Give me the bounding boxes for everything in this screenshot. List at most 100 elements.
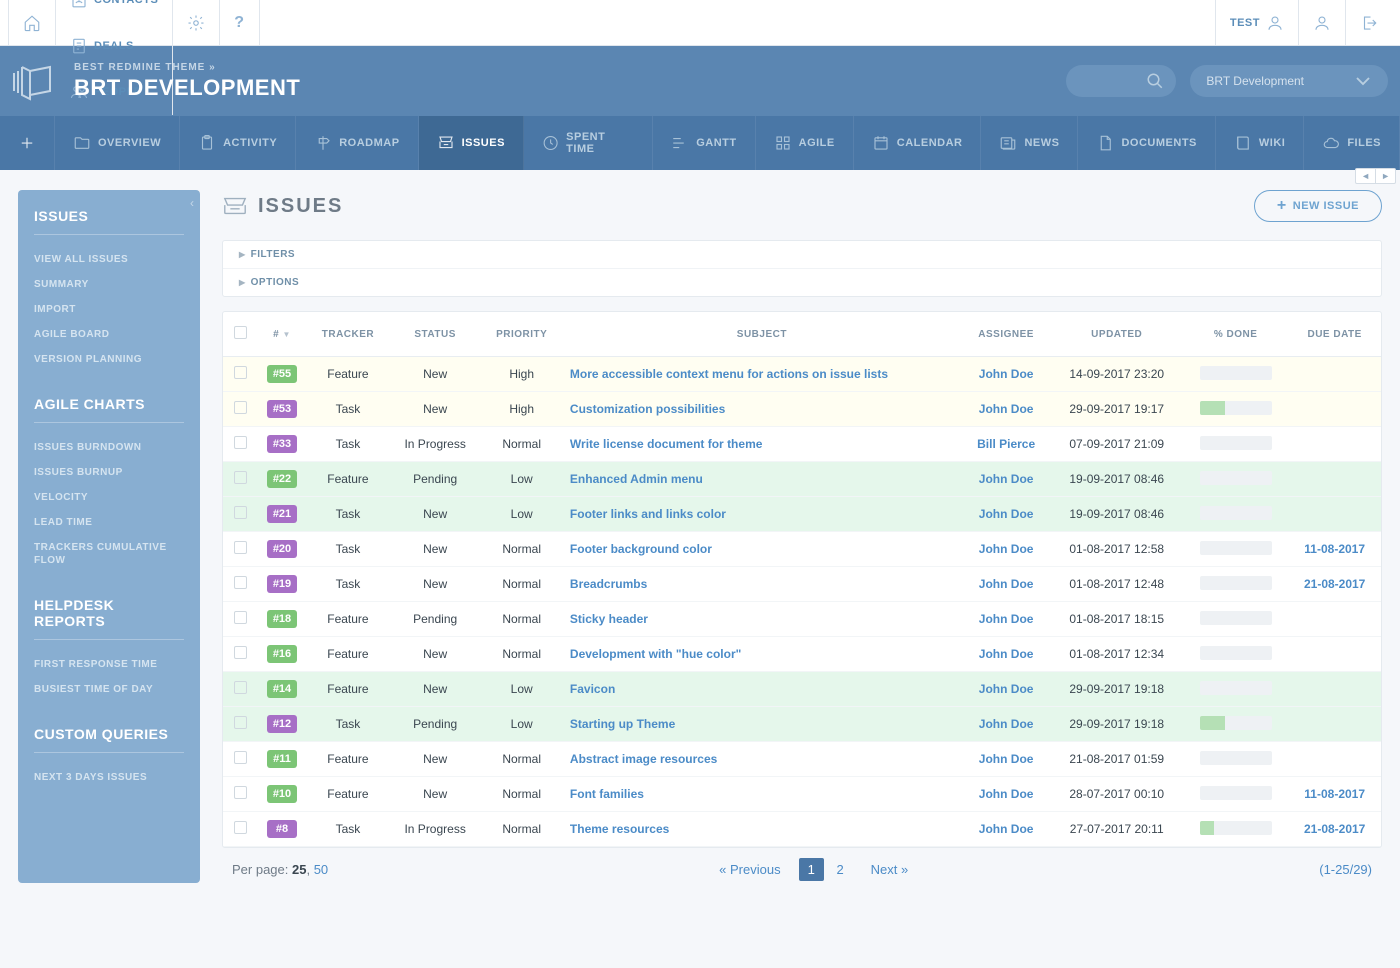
issue-subject-link[interactable]: Sticky header xyxy=(570,612,648,626)
tab-wiki[interactable]: WIKI xyxy=(1216,116,1304,170)
table-row[interactable]: #10FeatureNewNormalFont familiesJohn Doe… xyxy=(223,777,1381,812)
tab-spent-time[interactable]: SPENT TIME xyxy=(524,116,653,170)
tab-gantt[interactable]: GANTT xyxy=(653,116,755,170)
sidebar-link[interactable]: SUMMARY xyxy=(34,272,184,297)
table-row[interactable]: #53TaskNewHighCustomization possibilitie… xyxy=(223,392,1381,427)
tab-calendar[interactable]: CALENDAR xyxy=(854,116,982,170)
issue-id-badge[interactable]: #19 xyxy=(267,575,297,593)
assignee-link[interactable]: John Doe xyxy=(979,787,1034,801)
issue-id-badge[interactable]: #16 xyxy=(267,645,297,663)
row-checkbox[interactable] xyxy=(234,541,247,554)
row-checkbox[interactable] xyxy=(234,471,247,484)
account-button[interactable] xyxy=(1299,0,1346,46)
issue-id-badge[interactable]: #14 xyxy=(267,680,297,698)
row-checkbox[interactable] xyxy=(234,646,247,659)
tab-roadmap[interactable]: ROADMAP xyxy=(296,116,418,170)
table-row[interactable]: #18FeaturePendingNormalSticky headerJohn… xyxy=(223,602,1381,637)
options-toggle[interactable]: ▶OPTIONS xyxy=(223,268,1381,296)
sidebar-link[interactable]: VERSION PLANNING xyxy=(34,347,184,372)
row-checkbox[interactable] xyxy=(234,681,247,694)
settings-button[interactable] xyxy=(173,0,220,46)
assignee-link[interactable]: John Doe xyxy=(979,682,1034,696)
issue-id-badge[interactable]: #55 xyxy=(267,365,297,383)
tab-agile[interactable]: AGILE xyxy=(756,116,854,170)
issue-subject-link[interactable]: Theme resources xyxy=(570,822,669,836)
prev-page[interactable]: « Previous xyxy=(719,862,780,877)
new-tab-button[interactable] xyxy=(0,116,55,170)
row-checkbox[interactable] xyxy=(234,716,247,729)
row-checkbox[interactable] xyxy=(234,506,247,519)
table-row[interactable]: #55FeatureNewHighMore accessible context… xyxy=(223,357,1381,392)
issue-subject-link[interactable]: Footer links and links color xyxy=(570,507,726,521)
issue-subject-link[interactable]: Starting up Theme xyxy=(570,717,675,731)
assignee-link[interactable]: John Doe xyxy=(979,752,1034,766)
issue-id-badge[interactable]: #12 xyxy=(267,715,297,733)
user-menu[interactable]: TEST xyxy=(1215,0,1299,46)
table-row[interactable]: #14FeatureNewLowFaviconJohn Doe29-09-201… xyxy=(223,672,1381,707)
sidebar-link[interactable]: VELOCITY xyxy=(34,485,184,510)
assignee-link[interactable]: John Doe xyxy=(979,717,1034,731)
row-checkbox[interactable] xyxy=(234,751,247,764)
table-row[interactable]: #21TaskNewLowFooter links and links colo… xyxy=(223,497,1381,532)
sidebar-collapse[interactable]: ‹ xyxy=(190,196,194,210)
sidebar-link[interactable]: AGILE BOARD xyxy=(34,322,184,347)
issue-subject-link[interactable]: Development with "hue color" xyxy=(570,647,741,661)
issue-subject-link[interactable]: More accessible context menu for actions… xyxy=(570,367,888,381)
sidebar-link[interactable]: LEAD TIME xyxy=(34,510,184,535)
assignee-link[interactable]: Bill Pierce xyxy=(977,437,1035,451)
row-checkbox[interactable] xyxy=(234,786,247,799)
assignee-link[interactable]: John Doe xyxy=(979,647,1034,661)
row-checkbox[interactable] xyxy=(234,436,247,449)
issue-id-badge[interactable]: #20 xyxy=(267,540,297,558)
issue-subject-link[interactable]: Write license document for theme xyxy=(570,437,763,451)
row-checkbox[interactable] xyxy=(234,366,247,379)
sidebar-link[interactable]: ISSUES BURNDOWN xyxy=(34,435,184,460)
issue-id-badge[interactable]: #22 xyxy=(267,470,297,488)
issue-subject-link[interactable]: Footer background color xyxy=(570,542,712,556)
issue-id-badge[interactable]: #11 xyxy=(267,750,297,768)
row-checkbox[interactable] xyxy=(234,401,247,414)
next-page[interactable]: Next » xyxy=(871,862,909,877)
table-row[interactable]: #22FeaturePendingLowEnhanced Admin menuJ… xyxy=(223,462,1381,497)
home-button[interactable] xyxy=(8,0,56,46)
tab-activity[interactable]: ACTIVITY xyxy=(180,116,296,170)
assignee-link[interactable]: John Doe xyxy=(979,402,1034,416)
issue-subject-link[interactable]: Customization possibilities xyxy=(570,402,725,416)
issue-id-badge[interactable]: #10 xyxy=(267,785,297,803)
assignee-link[interactable]: John Doe xyxy=(979,367,1034,381)
select-all-checkbox[interactable] xyxy=(234,326,247,339)
logout-button[interactable] xyxy=(1346,0,1392,46)
issue-id-badge[interactable]: #33 xyxy=(267,435,297,453)
topbar-contacts[interactable]: CONTACTS xyxy=(56,0,173,23)
table-row[interactable]: #16FeatureNewNormalDevelopment with "hue… xyxy=(223,637,1381,672)
new-issue-button[interactable]: + NEW ISSUE xyxy=(1254,190,1382,222)
issue-subject-link[interactable]: Breadcrumbs xyxy=(570,577,647,591)
sidebar-link[interactable]: FIRST RESPONSE TIME xyxy=(34,652,184,677)
tab-issues[interactable]: ISSUES xyxy=(419,116,524,170)
table-row[interactable]: #33TaskIn ProgressNormalWrite license do… xyxy=(223,427,1381,462)
assignee-link[interactable]: John Doe xyxy=(979,507,1034,521)
table-row[interactable]: #20TaskNewNormalFooter background colorJ… xyxy=(223,532,1381,567)
sidebar-link[interactable]: NEXT 3 DAYS ISSUES xyxy=(34,765,184,790)
assignee-link[interactable]: John Doe xyxy=(979,472,1034,486)
tab-documents[interactable]: DOCUMENTS xyxy=(1078,116,1215,170)
tab-nav-left[interactable]: ◄ xyxy=(1356,169,1376,183)
tab-files[interactable]: FILES xyxy=(1304,116,1400,170)
row-checkbox[interactable] xyxy=(234,821,247,834)
tab-news[interactable]: NEWS xyxy=(981,116,1078,170)
row-checkbox[interactable] xyxy=(234,611,247,624)
issue-subject-link[interactable]: Favicon xyxy=(570,682,615,696)
row-checkbox[interactable] xyxy=(234,576,247,589)
sidebar-link[interactable]: BUSIEST TIME OF DAY xyxy=(34,677,184,702)
issue-id-badge[interactable]: #21 xyxy=(267,505,297,523)
project-select[interactable]: BRT Development xyxy=(1190,65,1388,97)
sidebar-link[interactable]: TRACKERS CUMULATIVE FLOW xyxy=(34,535,184,573)
assignee-link[interactable]: John Doe xyxy=(979,577,1034,591)
issue-subject-link[interactable]: Enhanced Admin menu xyxy=(570,472,703,486)
issue-id-badge[interactable]: #18 xyxy=(267,610,297,628)
table-row[interactable]: #11FeatureNewNormalAbstract image resour… xyxy=(223,742,1381,777)
issue-id-badge[interactable]: #53 xyxy=(267,400,297,418)
breadcrumb[interactable]: BEST REDMINE THEME » xyxy=(74,62,300,73)
issue-subject-link[interactable]: Font families xyxy=(570,787,644,801)
tab-nav-right[interactable]: ► xyxy=(1376,169,1395,183)
